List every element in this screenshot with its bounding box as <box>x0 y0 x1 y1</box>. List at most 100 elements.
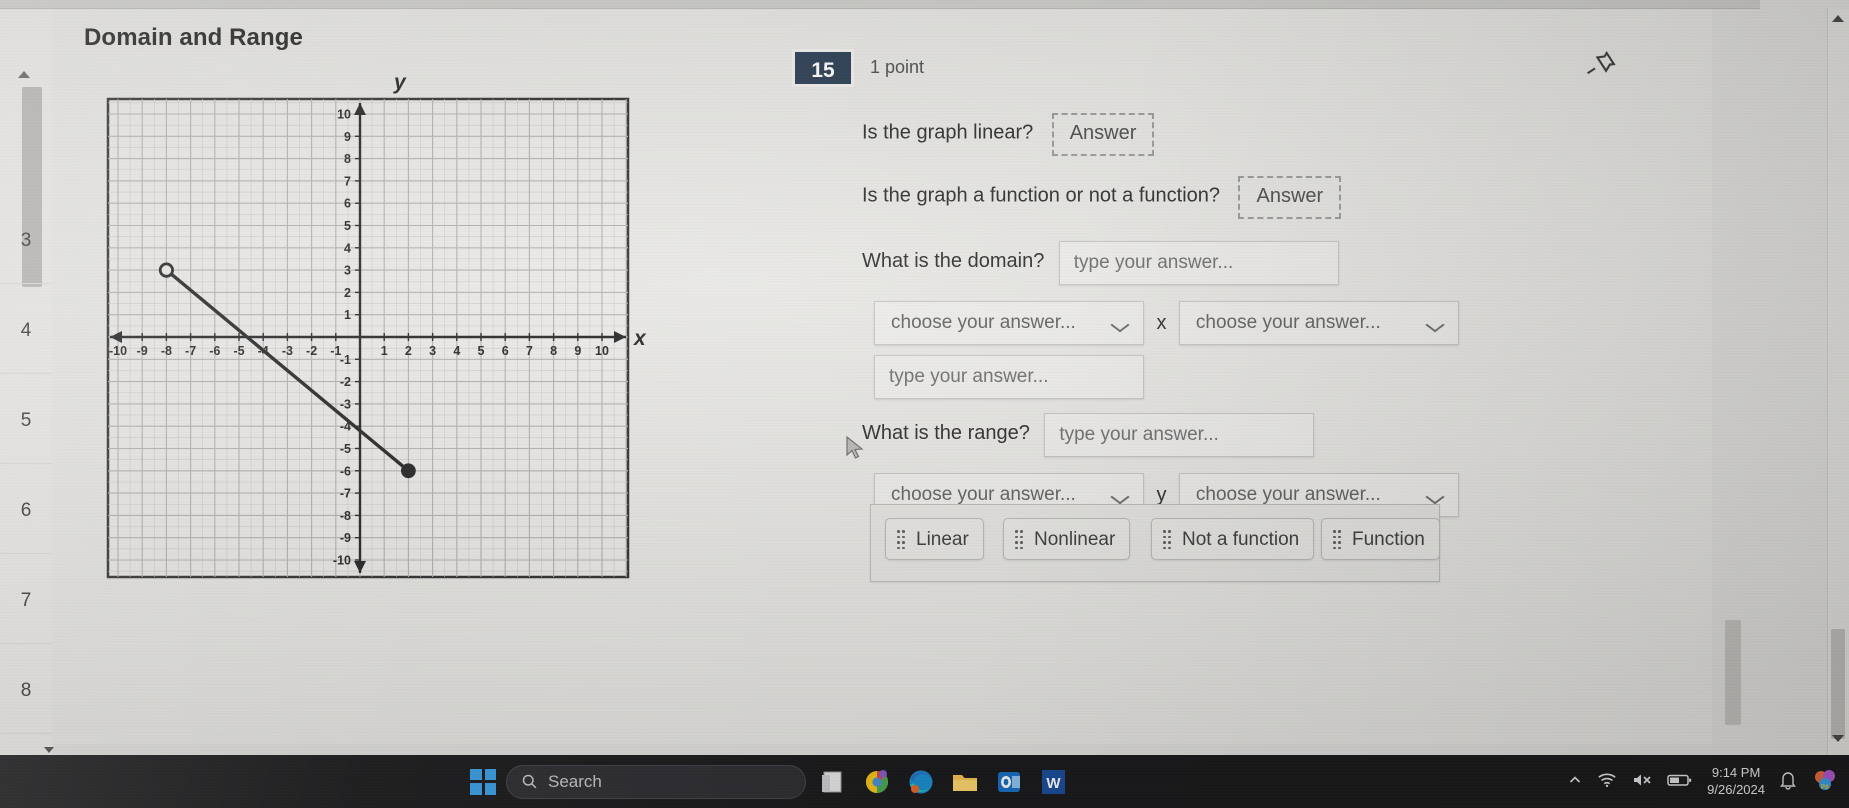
chevron-down-icon <box>1114 319 1129 328</box>
domain-select-row: choose your answer... x choose your answ… <box>792 301 1652 345</box>
content-scrollbar-thumb[interactable] <box>1725 620 1741 725</box>
taskbar-app-microsoft-store[interactable] <box>816 765 850 799</box>
svg-text:7: 7 <box>526 344 533 358</box>
chip-function-label: Function <box>1352 529 1425 550</box>
coordinate-graph: y x -10-9-8-7-6-5-4-3-2-1123456789101098… <box>104 71 684 587</box>
battery-icon[interactable] <box>1667 772 1693 791</box>
svg-text:-10: -10 <box>109 344 127 358</box>
question-number-badge: 15 <box>792 49 854 87</box>
taskbar-search-input[interactable]: Search <box>506 764 806 799</box>
svg-text:-10: -10 <box>333 554 351 568</box>
rail-item-3[interactable]: 3 <box>0 224 52 284</box>
taskbar-app-microsoft-edge[interactable] <box>904 765 938 799</box>
domain-select-left-value: choose your answer... <box>891 312 1076 333</box>
linear-answer-dropzone[interactable]: Answer <box>1051 113 1155 156</box>
svg-text:-1: -1 <box>340 353 351 367</box>
taskbar-app-word[interactable]: W <box>1036 765 1070 799</box>
rail-item-8[interactable]: 8 <box>0 674 52 734</box>
svg-text:-9: -9 <box>137 344 148 358</box>
rail-scroll-up-icon[interactable] <box>18 71 30 78</box>
rail-item-6[interactable]: 6 <box>0 494 52 554</box>
svg-text:10: 10 <box>595 344 609 358</box>
function-question-row: Is the graph a function or not a functio… <box>792 176 1652 219</box>
range-answer-input[interactable]: type your answer... <box>1044 413 1315 457</box>
screenshot-root: 3 4 5 6 7 8 Domain and Range y x -10 -9 -8 <box>0 0 1849 808</box>
svg-text:W: W <box>1046 775 1061 792</box>
rail-dropdown-caret-icon[interactable] <box>44 747 54 753</box>
wifi-icon[interactable] <box>1597 771 1617 792</box>
chevron-up-icon[interactable] <box>1567 772 1583 791</box>
question-header: 15 1 point <box>792 49 1652 91</box>
svg-text:1: 1 <box>344 308 351 322</box>
function-answer-dropzone[interactable]: Answer <box>1238 176 1342 219</box>
svg-text:3: 3 <box>429 344 436 358</box>
taskbar-time: 9:14 PM <box>1711 765 1761 781</box>
page-scrollbar[interactable] <box>1827 9 1849 755</box>
range-select-right-value: choose your answer... <box>1195 484 1381 505</box>
chip-linear-label: Linear <box>916 529 969 550</box>
taskbar-app-google-chrome[interactable] <box>860 765 894 799</box>
svg-text:8: 8 <box>344 152 351 166</box>
domain-answer-input[interactable]: type your answer... <box>1058 241 1339 285</box>
domain-second-input-row: type your answer... <box>792 355 1652 399</box>
svg-text:-9: -9 <box>340 531 351 545</box>
svg-text:5: 5 <box>478 344 485 358</box>
domain-select-right[interactable]: choose your answer... <box>1178 301 1459 345</box>
start-button-icon[interactable] <box>470 768 496 795</box>
volume-muted-icon[interactable] <box>1631 771 1653 792</box>
svg-text:7: 7 <box>344 174 351 188</box>
svg-text:8: 8 <box>550 344 557 358</box>
function-question-label: Is the graph a function or not a functio… <box>862 184 1221 207</box>
answer-chip-tray: Linear Nonlinear Not a function Function <box>870 504 1440 582</box>
linear-question-row: Is the graph linear? Answer <box>792 113 1652 156</box>
page-scrollbar-thumb[interactable] <box>1831 629 1845 739</box>
svg-text:4: 4 <box>344 241 351 255</box>
tray-app-icon[interactable]: PS <box>1811 766 1839 797</box>
drag-grip-icon <box>897 530 906 550</box>
rail-item-5[interactable]: 5 <box>0 404 52 464</box>
domain-answer-input-2[interactable]: type your answer... <box>874 355 1144 399</box>
taskbar-clock[interactable]: 9:14 PM 9/26/2024 <box>1707 765 1765 798</box>
taskbar-search-placeholder: Search <box>548 771 602 791</box>
svg-text:-5: -5 <box>233 344 244 358</box>
domain-select-left[interactable]: choose your answer... <box>874 301 1144 345</box>
domain-question-row: What is the domain? type your answer... <box>792 241 1652 285</box>
svg-text:PS: PS <box>1821 785 1829 791</box>
drag-grip-icon <box>1333 530 1342 550</box>
svg-text:-5: -5 <box>340 442 351 456</box>
svg-text:6: 6 <box>502 344 509 358</box>
notification-bell-icon[interactable] <box>1779 770 1797 793</box>
scroll-up-icon[interactable] <box>1832 15 1844 22</box>
svg-text:-7: -7 <box>340 487 351 501</box>
svg-text:5: 5 <box>344 219 351 233</box>
chip-not-a-function-label: Not a function <box>1182 529 1300 550</box>
rail-item-4[interactable]: 4 <box>0 314 52 374</box>
chip-linear[interactable]: Linear <box>885 518 984 560</box>
search-icon <box>522 774 537 789</box>
linear-question-label: Is the graph linear? <box>862 121 1034 144</box>
range-select-left-value: choose your answer... <box>891 484 1076 505</box>
chip-function[interactable]: Function <box>1321 518 1440 560</box>
taskbar-app-outlook[interactable] <box>992 765 1026 799</box>
svg-text:9: 9 <box>574 344 581 358</box>
drag-grip-icon <box>1163 530 1172 550</box>
chip-nonlinear[interactable]: Nonlinear <box>1003 518 1131 560</box>
page-top-strip <box>0 0 1760 9</box>
svg-text:9: 9 <box>344 130 351 144</box>
svg-text:4: 4 <box>453 344 460 358</box>
svg-text:-6: -6 <box>340 464 351 478</box>
taskbar-date: 9/26/2024 <box>1707 781 1765 797</box>
question-number-rail[interactable]: 3 4 5 6 7 8 <box>0 9 54 755</box>
svg-text:-6: -6 <box>209 344 220 358</box>
browser-page: 3 4 5 6 7 8 Domain and Range y x -10 -9 -8 <box>0 0 1849 755</box>
rail-item-7[interactable]: 7 <box>0 584 52 644</box>
taskbar-app-file-explorer[interactable] <box>948 765 982 799</box>
windows-taskbar: Search W 9:14 PM 9/26/2024 PS <box>0 755 1849 808</box>
page-title: Domain and Range <box>84 24 303 51</box>
scroll-down-icon[interactable] <box>1832 735 1844 742</box>
svg-text:-8: -8 <box>161 344 172 358</box>
range-question-row: What is the range? type your answer... <box>792 413 1652 457</box>
svg-text:2: 2 <box>344 286 351 300</box>
chip-not-a-function[interactable]: Not a function <box>1151 518 1315 560</box>
svg-text:-2: -2 <box>340 375 351 389</box>
